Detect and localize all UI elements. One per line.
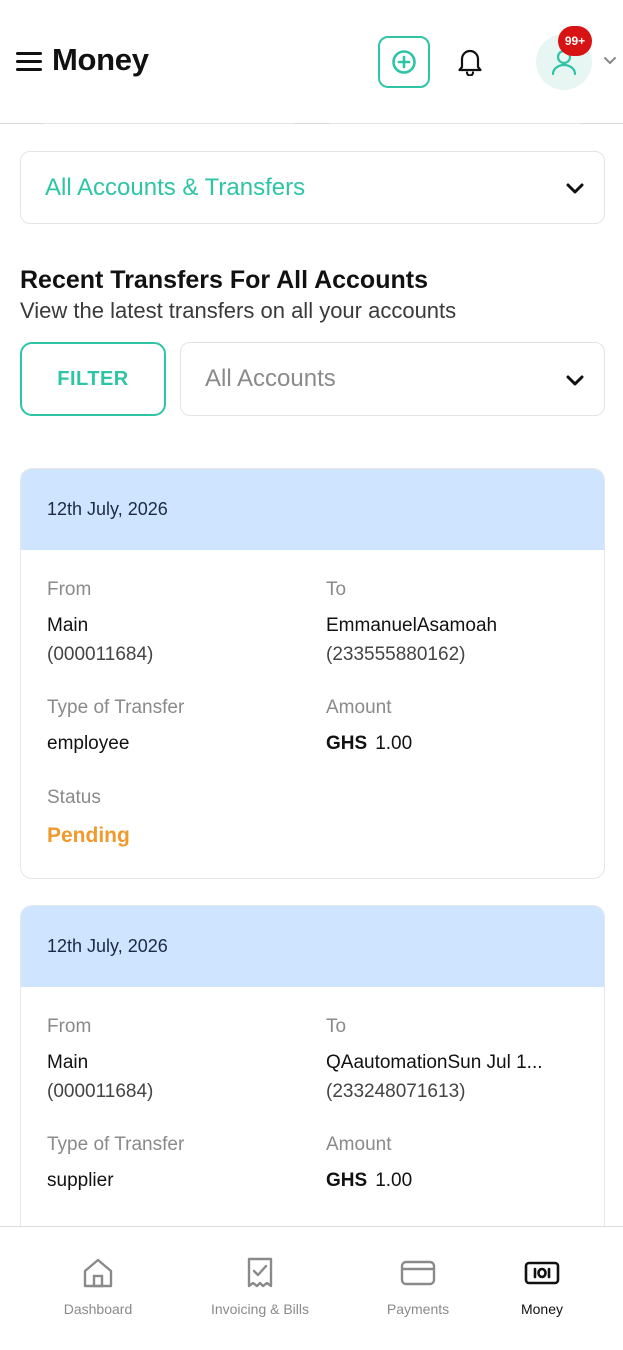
amount: 1.00 — [375, 1170, 413, 1191]
plus-circle-icon — [392, 50, 416, 74]
from-label: From — [47, 579, 92, 600]
section-subtitle: View the latest transfers on all your ac… — [20, 298, 457, 323]
status-label: Status — [47, 787, 101, 808]
account-type-value: All Accounts & Transfers — [45, 174, 306, 201]
type-field: Type of Transfer employee — [47, 695, 184, 759]
chevron-down-icon — [566, 375, 584, 386]
amount-value: GHS 1.00 — [326, 1166, 412, 1196]
amount-field: Amount GHS 1.00 — [326, 1132, 412, 1196]
nav-label: Payments — [386, 1301, 450, 1317]
nav-item-money[interactable]: Money — [497, 1227, 587, 1350]
to-name: QAautomationSun Jul 1... — [326, 1052, 543, 1073]
from-label: From — [47, 1016, 92, 1037]
menu-icon[interactable] — [16, 52, 42, 72]
accounts-filter-select[interactable]: All Accounts — [180, 342, 605, 416]
transfer-card[interactable]: 12th July, 2026 From Main (000011684) To… — [20, 468, 605, 879]
banknote-icon — [524, 1261, 560, 1285]
type-label: Type of Transfer — [47, 1134, 185, 1155]
from-field: From Main (000011684) — [47, 1014, 153, 1106]
add-button[interactable] — [378, 36, 430, 88]
from-name: Main — [47, 1052, 89, 1073]
amount-value: GHS 1.00 — [326, 729, 412, 759]
page-title: Money — [52, 42, 149, 77]
transfer-card[interactable]: 12th July, 2026 From Main (000011684) To… — [20, 905, 605, 1245]
amount-label: Amount — [326, 1134, 392, 1155]
nav-label: Invoicing & Bills — [210, 1301, 310, 1317]
to-label: To — [326, 1016, 347, 1037]
account-type-select[interactable]: All Accounts & Transfers — [20, 151, 605, 224]
from-name: Main — [47, 615, 89, 636]
status-badge: Pending — [47, 824, 130, 847]
nav-item-invoicing-bills[interactable]: Invoicing & Bills — [195, 1227, 325, 1350]
scroll-divider — [44, 118, 294, 124]
to-account: (233248071613) — [326, 1081, 466, 1102]
from-account: (000011684) — [47, 1081, 154, 1102]
notification-badge: 99+ — [558, 26, 592, 56]
bottom-navigation: Dashboard Invoicing & Bills Payments Mon… — [0, 1226, 623, 1350]
to-name: EmmanuelAsamoah — [326, 615, 498, 636]
notifications-button[interactable] — [453, 44, 487, 78]
to-field: To EmmanuelAsamoah (233555880162) — [326, 577, 497, 669]
transfer-date: 12th July, 2026 — [21, 906, 604, 987]
accounts-filter-value: All Accounts — [205, 365, 336, 392]
nav-label: Money — [520, 1301, 564, 1317]
chevron-down-icon — [566, 183, 584, 194]
amount-label: Amount — [326, 697, 392, 718]
to-field: To QAautomationSun Jul 1... (23324807161… — [326, 1014, 543, 1106]
type-label: Type of Transfer — [47, 697, 185, 718]
type-field: Type of Transfer supplier — [47, 1132, 184, 1196]
currency: GHS — [326, 1170, 368, 1191]
transfer-type: supplier — [47, 1170, 114, 1191]
to-label: To — [326, 579, 347, 600]
nav-item-payments[interactable]: Payments — [368, 1227, 468, 1350]
home-icon — [83, 1258, 113, 1288]
currency: GHS — [326, 733, 368, 754]
status-field: Status Pending — [47, 785, 130, 851]
transfer-date: 12th July, 2026 — [21, 469, 604, 550]
amount: 1.00 — [375, 733, 413, 754]
section-title: Recent Transfers For All Accounts — [20, 266, 428, 294]
nav-item-dashboard[interactable]: Dashboard — [48, 1227, 148, 1350]
receipt-check-icon — [247, 1257, 273, 1288]
to-account: (233555880162) — [326, 644, 466, 665]
chevron-down-icon[interactable] — [602, 54, 618, 68]
transfer-type: employee — [47, 733, 130, 754]
amount-field: Amount GHS 1.00 — [326, 695, 412, 759]
app-header: Money 99+ — [0, 0, 623, 124]
bell-icon — [458, 49, 482, 76]
from-field: From Main (000011684) — [47, 577, 153, 669]
card-icon — [400, 1260, 436, 1286]
from-account: (000011684) — [47, 644, 154, 665]
filter-button[interactable]: FILTER — [20, 342, 166, 416]
scroll-divider — [330, 118, 580, 124]
nav-label: Dashboard — [63, 1301, 133, 1317]
